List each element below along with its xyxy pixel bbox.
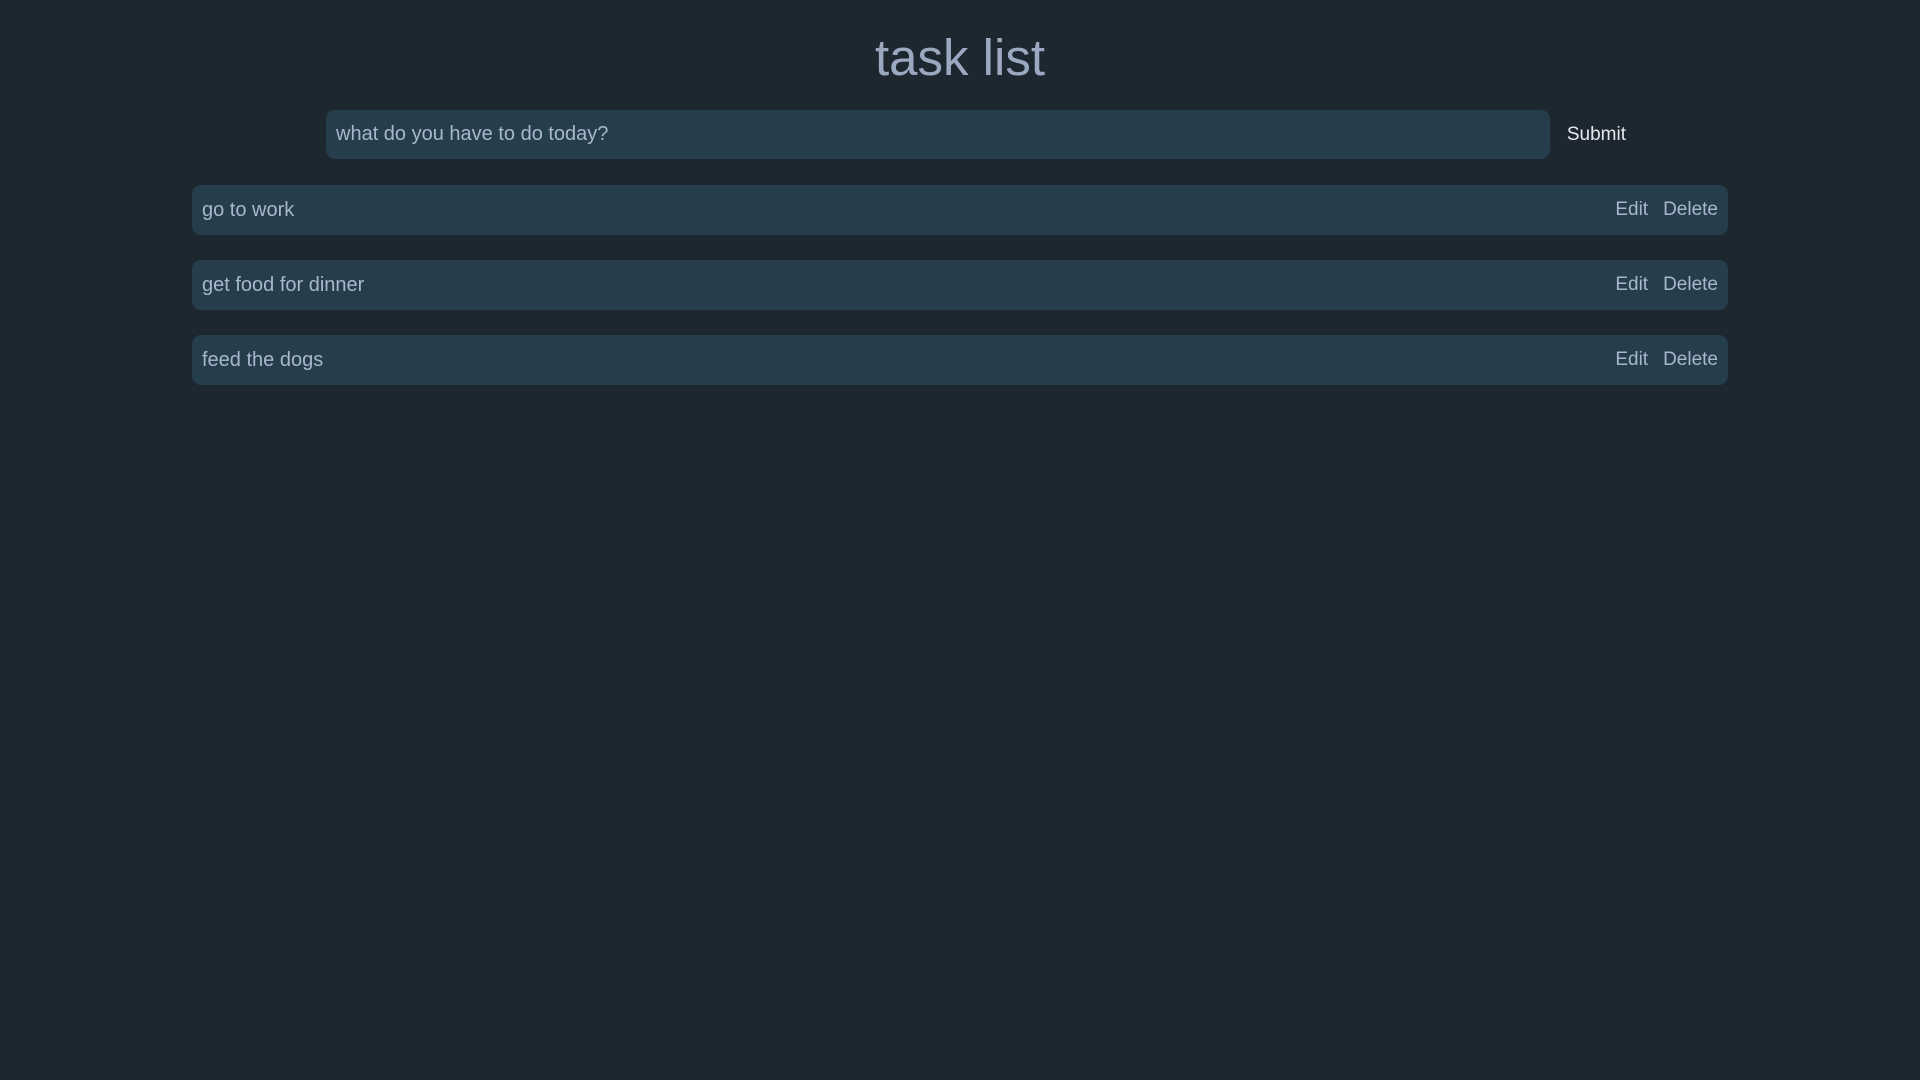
task-list: go to work Edit Delete get food for dinn… — [192, 185, 1728, 410]
page-title: task list — [874, 29, 1046, 86]
task-actions: Edit Delete — [1600, 260, 1718, 310]
task-item: feed the dogs Edit Delete — [192, 335, 1728, 385]
task-text: get food for dinner — [202, 274, 365, 296]
task-actions: Edit Delete — [1600, 335, 1718, 385]
delete-button[interactable]: Delete — [1663, 199, 1718, 221]
task-text: feed the dogs — [202, 349, 324, 371]
edit-button[interactable]: Edit — [1615, 199, 1648, 221]
task-text: go to work — [202, 199, 295, 221]
task-actions: Edit Delete — [1600, 185, 1718, 235]
edit-button[interactable]: Edit — [1615, 349, 1648, 371]
delete-button[interactable]: Delete — [1663, 349, 1718, 371]
task-item: get food for dinner Edit Delete — [192, 260, 1728, 310]
task-item: go to work Edit Delete — [192, 185, 1728, 235]
task-form: Submit — [326, 110, 1626, 159]
task-app: task list Submit go to work Edit Delete … — [0, 0, 1920, 1080]
submit-button[interactable]: Submit — [1556, 110, 1626, 159]
task-input[interactable] — [326, 110, 1550, 159]
edit-button[interactable]: Edit — [1615, 274, 1648, 296]
delete-button[interactable]: Delete — [1663, 274, 1718, 296]
